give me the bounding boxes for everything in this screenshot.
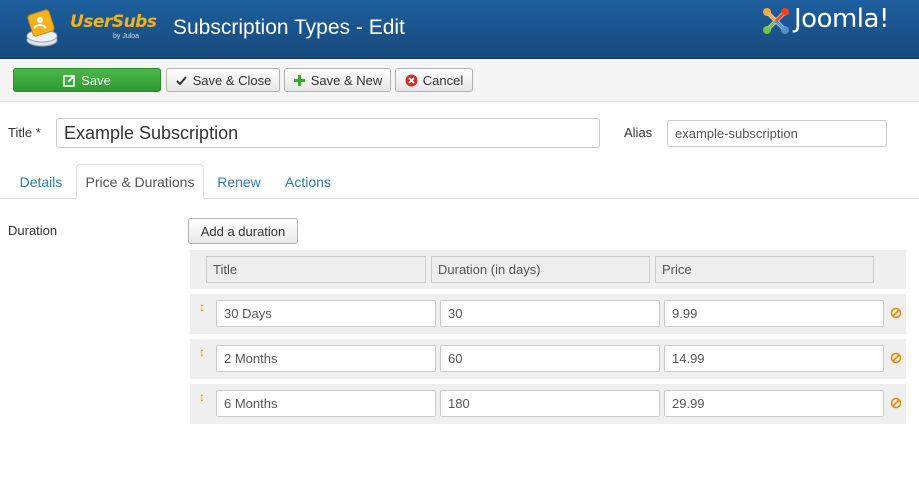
add-duration-button[interactable]: Add a duration <box>188 218 298 244</box>
column-header-title: Title <box>206 256 426 283</box>
alias-label: Alias <box>624 125 653 140</box>
duration-price-input[interactable]: 9.99 <box>664 300 884 327</box>
tab-details[interactable]: Details <box>8 164 74 199</box>
joomla-logo: Joomla! <box>760 2 910 38</box>
tab-actions[interactable]: Actions <box>276 164 340 199</box>
save-new-label: Save & New <box>310 72 383 88</box>
duration-title-input[interactable]: 2 Months <box>216 345 436 372</box>
save-new-button[interactable]: Save & New <box>284 68 391 92</box>
duration-price-input[interactable]: 29.99 <box>664 390 884 417</box>
plus-icon <box>293 74 305 86</box>
duration-days-input[interactable]: 180 <box>440 390 660 417</box>
save-button-label: Save <box>81 72 111 88</box>
title-label: Title * <box>8 125 41 140</box>
duration-label: Duration <box>8 223 58 238</box>
tab-renew[interactable]: Renew <box>210 164 268 199</box>
column-header-duration: Duration (in days) <box>431 256 650 283</box>
duration-table-header: Title Duration (in days) Price <box>190 250 906 289</box>
save-close-button[interactable]: Save & Close <box>166 68 280 92</box>
check-icon <box>175 75 187 85</box>
save-close-label: Save & Close <box>192 72 272 88</box>
duration-row: ↕ 30 Days 30 9.99 <box>190 294 906 334</box>
remove-icon[interactable] <box>890 397 902 409</box>
drag-handle-icon[interactable]: ↕ <box>199 391 205 403</box>
tab-price-durations[interactable]: Price & Durations <box>76 164 204 199</box>
duration-row: ↕ 2 Months 60 14.99 <box>190 339 906 379</box>
cancel-icon <box>405 74 418 86</box>
duration-title-input[interactable]: 6 Months <box>216 390 436 417</box>
title-input[interactable]: Example Subscription <box>56 118 600 148</box>
drag-handle-icon[interactable]: ↕ <box>199 301 205 313</box>
joomla-text: Joomla! <box>794 4 889 34</box>
usersubs-logo: UserSubs by Juloa <box>20 4 170 54</box>
duration-days-input[interactable]: 60 <box>440 345 660 372</box>
usersubs-badge-icon <box>26 9 58 47</box>
remove-icon[interactable] <box>890 307 902 319</box>
save-button[interactable]: Save <box>13 68 161 92</box>
app-header: UserSubs by Juloa Subscription Types - E… <box>0 0 919 59</box>
logo-text: UserSubs <box>70 12 157 32</box>
duration-price-input[interactable]: 14.99 <box>664 345 884 372</box>
tab-bar: Details Price & Durations Renew Actions <box>0 164 919 199</box>
remove-icon[interactable] <box>890 352 902 364</box>
toolbar: Save Save & Close Save & New Cancel <box>0 59 919 102</box>
duration-title-input[interactable]: 30 Days <box>216 300 436 327</box>
joomla-icon <box>763 8 789 34</box>
duration-days-input[interactable]: 30 <box>440 300 660 327</box>
duration-row: ↕ 6 Months 180 29.99 <box>190 384 906 424</box>
drag-handle-icon[interactable]: ↕ <box>199 346 205 358</box>
edit-icon <box>63 74 75 87</box>
logo-subtitle: by Juloa <box>113 33 140 40</box>
cancel-label: Cancel <box>422 72 464 88</box>
cancel-button[interactable]: Cancel <box>395 68 473 92</box>
column-header-price: Price <box>655 256 874 283</box>
page-title: Subscription Types - Edit <box>173 16 405 39</box>
alias-input[interactable]: example-subscription <box>667 120 887 147</box>
